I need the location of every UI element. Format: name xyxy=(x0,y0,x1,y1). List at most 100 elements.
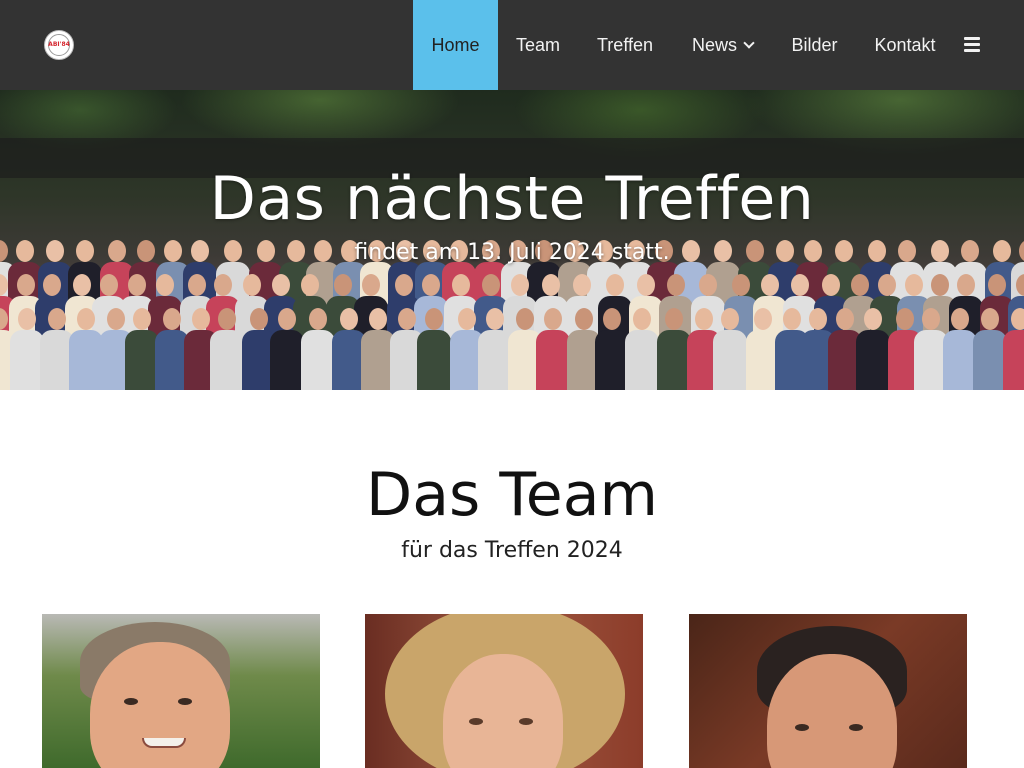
crowd-person-head xyxy=(783,308,801,330)
crowd-person-head xyxy=(791,274,809,296)
crowd-person-head xyxy=(878,274,896,296)
nav-item-label: Treffen xyxy=(596,34,654,55)
crowd-person-head xyxy=(822,274,840,296)
crowd-person-head xyxy=(48,308,66,330)
crowd-person-head xyxy=(699,274,717,296)
crowd-person-head xyxy=(17,274,35,296)
crowd-person-head xyxy=(18,308,36,330)
crowd-person-head xyxy=(340,308,358,330)
crowd-person-head xyxy=(458,308,476,330)
nav-item-news[interactable]: News xyxy=(672,0,773,90)
logo-text: ABI'84 xyxy=(48,41,70,48)
crowd-person-head xyxy=(301,274,319,296)
team-member-card[interactable] xyxy=(42,614,320,768)
crowd-person xyxy=(856,330,890,390)
navbar: ABI'84 Home Team Treffen News Bilder Kon… xyxy=(0,0,1024,90)
crowd-person-head xyxy=(163,308,181,330)
nav-item-kontakt[interactable]: Kontakt xyxy=(856,0,954,90)
crowd-person xyxy=(417,330,451,390)
crowd-person-head xyxy=(957,274,975,296)
crowd-person-head xyxy=(836,308,854,330)
crowd-person-head xyxy=(754,308,772,330)
hero-title: Das nächste Treffen xyxy=(209,164,815,234)
crowd-person-head xyxy=(73,274,91,296)
person-eye xyxy=(124,698,138,705)
person-eye xyxy=(519,718,533,725)
crowd-person-head xyxy=(732,274,750,296)
nav-item-label: Team xyxy=(515,34,560,55)
crowd-person-head xyxy=(981,308,999,330)
nav-item-label: Home xyxy=(431,34,480,55)
crowd-person-head xyxy=(133,308,151,330)
team-member-card[interactable] xyxy=(689,614,967,768)
crowd-person-head xyxy=(851,274,869,296)
crowd-person-head xyxy=(761,274,779,296)
crowd-person xyxy=(270,330,304,390)
crowd-person-head xyxy=(603,308,621,330)
crowd-person-head xyxy=(988,274,1006,296)
crowd-person-head xyxy=(482,274,500,296)
crowd-person-head xyxy=(250,308,268,330)
crowd-person-head xyxy=(369,308,387,330)
person-eye xyxy=(469,718,483,725)
crowd-person-head xyxy=(156,274,174,296)
crowd-person-head xyxy=(721,308,739,330)
team-section-subtitle: für das Treffen 2024 xyxy=(401,538,623,563)
crowd-person-head xyxy=(107,308,125,330)
hero-banner: Das nächste Treffen findet am 13. Juli 2… xyxy=(0,90,1024,390)
crowd-person-head xyxy=(214,274,232,296)
nav-item-home[interactable]: Home xyxy=(413,0,498,90)
team-member-card[interactable] xyxy=(365,614,643,768)
crowd-person-head xyxy=(43,274,61,296)
crowd-person xyxy=(595,330,629,390)
crowd-person-head xyxy=(544,308,562,330)
person-eye xyxy=(849,724,863,731)
crowd-person-head xyxy=(665,308,683,330)
crowd-person-head xyxy=(278,308,296,330)
crowd-person-head xyxy=(272,274,290,296)
crowd-person-head xyxy=(633,308,651,330)
crowd-person-head xyxy=(896,308,914,330)
crowd-person-head xyxy=(452,274,470,296)
nav-item-bilder[interactable]: Bilder xyxy=(773,0,856,90)
person-mouth xyxy=(142,738,186,748)
crowd-person-head xyxy=(1011,308,1024,330)
person-eye xyxy=(178,698,192,705)
nav-item-label: News xyxy=(691,34,737,55)
nav-item-label: Bilder xyxy=(791,34,838,55)
crowd-person xyxy=(973,330,1007,390)
nav-item-team[interactable]: Team xyxy=(498,0,578,90)
crowd-person-head xyxy=(422,274,440,296)
crowd-person xyxy=(1003,330,1024,390)
crowd-person-head xyxy=(864,308,882,330)
crowd-person xyxy=(478,330,512,390)
crowd-person-head xyxy=(667,274,685,296)
crowd-person-head xyxy=(362,274,380,296)
crowd-person-head xyxy=(486,308,504,330)
hamburger-icon[interactable] xyxy=(964,37,980,53)
person-eye xyxy=(795,724,809,731)
crowd-person-head xyxy=(951,308,969,330)
crowd-person-head xyxy=(398,308,416,330)
crowd-person-head xyxy=(100,274,118,296)
crowd-person-head xyxy=(334,274,352,296)
crowd-person-head xyxy=(511,274,529,296)
nav-item-treffen[interactable]: Treffen xyxy=(578,0,672,90)
site-logo[interactable]: ABI'84 xyxy=(44,30,74,60)
crowd-person-head xyxy=(425,308,443,330)
crowd-person-head xyxy=(606,274,624,296)
crowd-person-head xyxy=(573,274,591,296)
crowd-person xyxy=(657,330,691,390)
team-section-title: Das Team xyxy=(366,460,658,530)
crowd-person-head xyxy=(218,308,236,330)
crowd-person-head xyxy=(695,308,713,330)
crowd-person-head xyxy=(575,308,593,330)
crowd-person-head xyxy=(516,308,534,330)
person-face xyxy=(90,642,230,768)
crowd-person-head xyxy=(128,274,146,296)
crowd-person-head xyxy=(905,274,923,296)
crowd-person xyxy=(301,330,335,390)
crowd-person-head xyxy=(931,274,949,296)
crowd-person-head xyxy=(809,308,827,330)
hero-subtitle: findet am 13. Juli 2024 statt. xyxy=(354,240,670,265)
